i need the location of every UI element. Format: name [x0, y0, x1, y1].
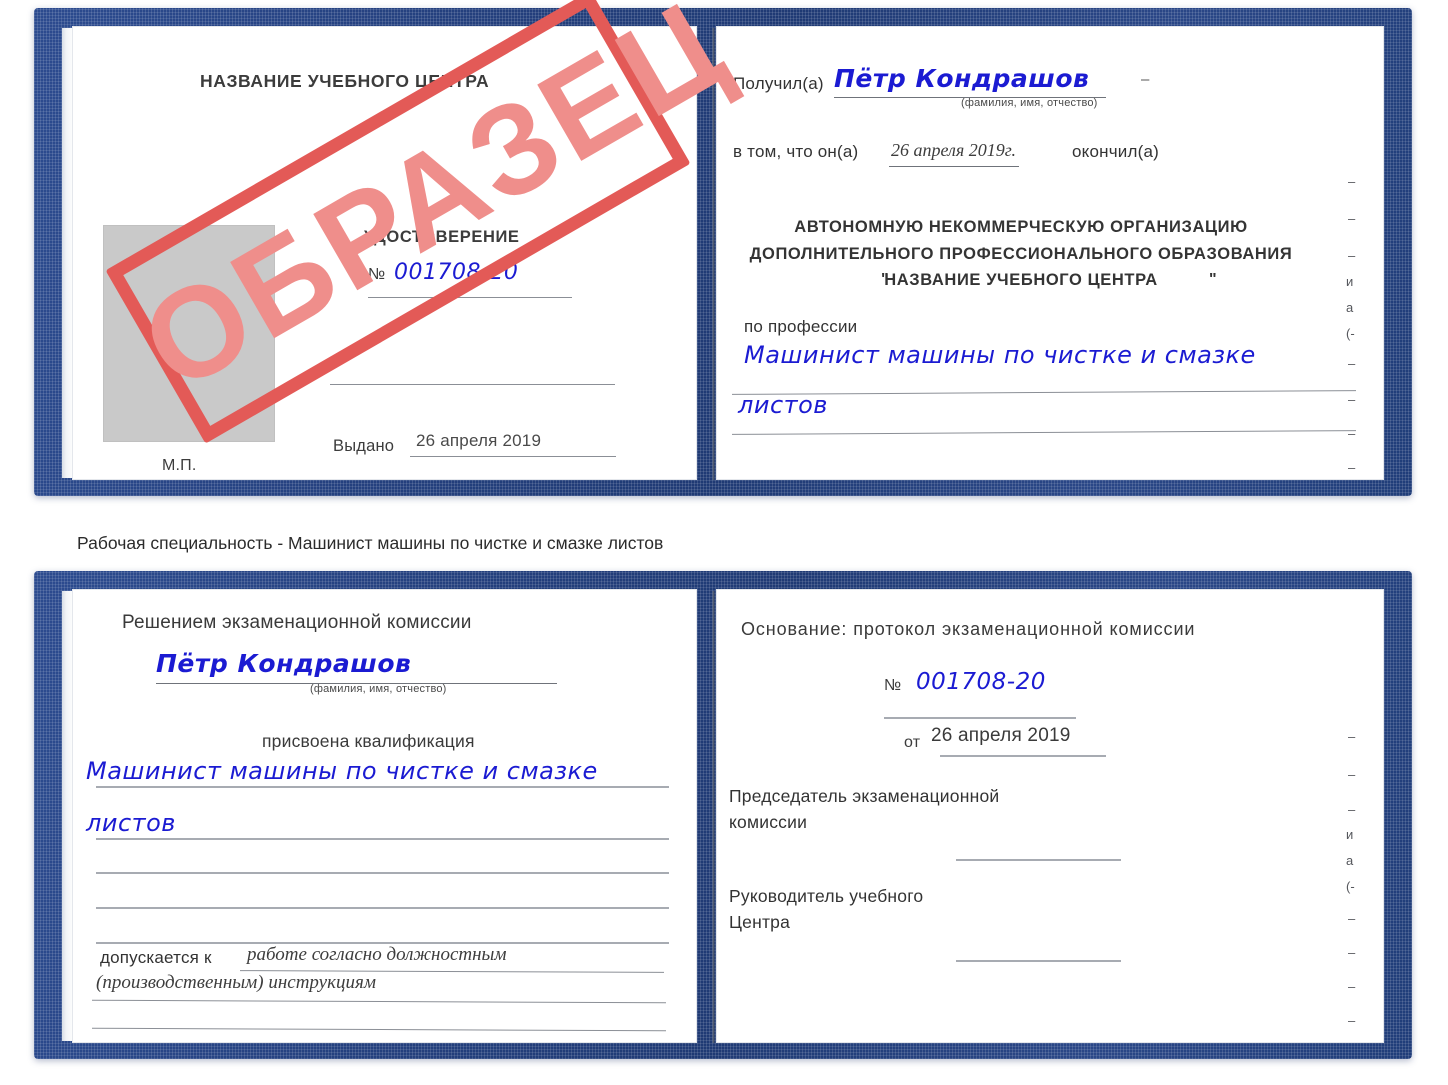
bottom-right-chairman-line-2: комиссии: [729, 812, 808, 832]
top-left-number-label: №: [368, 266, 386, 283]
top-right-completion-date: 26 апреля 2019г.: [891, 140, 1017, 160]
certificate-sample-page: НАЗВАНИЕ УЧЕБНОГО ЦЕНТРА УДОСТОВЕРЕНИЕ №…: [0, 0, 1448, 1085]
top-left-blank-rule: [330, 384, 615, 385]
top-right-org-line-1: АВТОНОМНУЮ НЕКОММЕРЧЕСКУЮ ОРГАНИЗАЦИЮ: [794, 218, 1248, 236]
bottom-left-admitted-label: допускается к: [100, 948, 212, 967]
bottom-right-head-line-2: Центра: [729, 912, 791, 932]
top-right-name-hint: (фамилия, имя, отчество): [961, 97, 1098, 109]
top-right-peek-dash-1: –: [1348, 174, 1356, 189]
top-right-peek-dash-5: –: [1348, 392, 1356, 407]
top-right-org-line-3: НАЗВАНИЕ УЧЕБНОГО ЦЕНТРА: [884, 271, 1158, 289]
top-left-photo-placeholder: [103, 225, 275, 442]
top-right-peek-letter-3: (-: [1346, 326, 1355, 341]
bottom-right-peek-letter-1: и: [1346, 827, 1354, 842]
top-right-peek-dash-3: –: [1348, 248, 1356, 263]
bottom-right-peek-dash-2: –: [1348, 767, 1356, 782]
bottom-right-head-signature-rule: [956, 960, 1121, 962]
top-right-peek-dash-6: –: [1348, 426, 1356, 441]
bottom-right-basis-label: Основание: протокол экзаменационной коми…: [741, 619, 1196, 639]
top-right-completion-rule: [889, 166, 1019, 167]
top-left-issued-rule: [410, 456, 616, 457]
bottom-right-peek-dash-3: –: [1348, 802, 1356, 817]
top-left-issued-label: Выдано: [333, 437, 395, 455]
certificate-bottom-left-page: Решением экзаменационной комиссии Пётр К…: [72, 589, 697, 1043]
bottom-left-name-hint: (фамилия, имя, отчество): [310, 683, 447, 695]
top-right-peek-letter-2: а: [1346, 300, 1354, 315]
bottom-right-date-value: 26 апреля 2019: [931, 725, 1071, 746]
bottom-right-peek-dash-6: –: [1348, 979, 1356, 994]
bottom-right-peek-dash-1: –: [1348, 729, 1356, 744]
top-right-peek-dash-7: –: [1348, 460, 1356, 475]
page-caption: Рабочая специальность - Машинист машины …: [77, 533, 664, 553]
bottom-left-rule-3: [96, 872, 669, 874]
top-right-peek-dash-4: –: [1348, 356, 1356, 371]
bottom-right-peek-dash-4: –: [1348, 911, 1356, 926]
bottom-right-date-rule: [940, 755, 1106, 757]
top-left-doc-type: УДОСТОВЕРЕНИЕ: [364, 228, 520, 246]
top-right-profession-label: по профессии: [744, 317, 858, 336]
top-left-number-rule: [368, 297, 572, 298]
top-right-quote-close: ": [1209, 271, 1217, 288]
top-right-dash-1: –: [1141, 71, 1150, 88]
certificate-top-right-page: Получил(а) Пётр Кондрашов (фамилия, имя,…: [716, 26, 1384, 480]
bottom-right-date-label: от: [904, 734, 921, 751]
bottom-left-heading: Решением экзаменационной комиссии: [122, 612, 472, 633]
bottom-left-name-value: Пётр Кондрашов: [156, 649, 412, 678]
bottom-left-qualification-value-1: Машинист машины по чистке и смазке: [86, 757, 598, 785]
top-left-number-value: 001708-20: [394, 260, 519, 285]
top-right-graduated-label: окончил(а): [1072, 142, 1159, 161]
bottom-right-chairman-line-1: Председатель экзаменационной: [729, 786, 1000, 806]
bottom-left-rule-1: [96, 786, 669, 788]
bottom-left-rule-4: [96, 907, 669, 909]
bottom-right-peek-letter-2: а: [1346, 853, 1354, 868]
certificate-bottom-right-page: Основание: протокол экзаменационной коми…: [716, 589, 1384, 1043]
bottom-left-admitted-rule-2: [92, 999, 666, 1004]
bottom-left-admitted-value-2: (производственным) инструкциям: [96, 972, 376, 993]
certificate-bottom-spine: [712, 591, 715, 1043]
bottom-left-qualification-label: присвоена квалификация: [262, 731, 475, 751]
top-right-org-line-2: ДОПОЛНИТЕЛЬНОГО ПРОФЕССИОНАЛЬНОГО ОБРАЗО…: [749, 245, 1293, 263]
top-right-received-value: Пётр Кондрашов: [834, 64, 1090, 93]
top-right-profession-value-1: Машинист машины по чистке и смазке: [744, 341, 1256, 369]
bottom-right-peek-dash-7: –: [1348, 1013, 1356, 1028]
top-right-peek-letter-1: и: [1346, 274, 1354, 289]
top-right-peek-dash-2: –: [1348, 211, 1356, 226]
top-right-inthat-label: в том, что он(а): [733, 142, 859, 161]
bottom-left-admitted-value-1: работе согласно должностным: [247, 944, 507, 965]
bottom-left-admitted-rule-3: [92, 1027, 666, 1032]
top-left-org-title: НАЗВАНИЕ УЧЕБНОГО ЦЕНТРА: [200, 71, 490, 91]
top-right-received-label: Получил(а): [733, 74, 824, 93]
bottom-right-number-value: 001708-20: [916, 669, 1046, 695]
top-left-seal-label: М.П.: [162, 457, 197, 474]
bottom-right-number-rule: [884, 717, 1076, 719]
bottom-right-head-line-1: Руководитель учебного: [729, 886, 924, 906]
certificate-top-spine: [712, 28, 715, 480]
bottom-right-chairman-signature-rule: [956, 859, 1121, 861]
bottom-right-peek-letter-3: (-: [1346, 879, 1355, 894]
bottom-right-number-label: №: [884, 677, 902, 694]
certificate-top-left-page: НАЗВАНИЕ УЧЕБНОГО ЦЕНТРА УДОСТОВЕРЕНИЕ №…: [72, 26, 697, 480]
top-left-issued-value: 26 апреля 2019: [416, 431, 542, 450]
top-right-profession-value-2: листов: [738, 391, 828, 419]
bottom-left-rule-2: [96, 838, 669, 840]
bottom-left-qualification-value-2: листов: [86, 809, 176, 837]
top-right-prof-rule-2: [732, 430, 1356, 435]
bottom-right-peek-dash-5: –: [1348, 945, 1356, 960]
